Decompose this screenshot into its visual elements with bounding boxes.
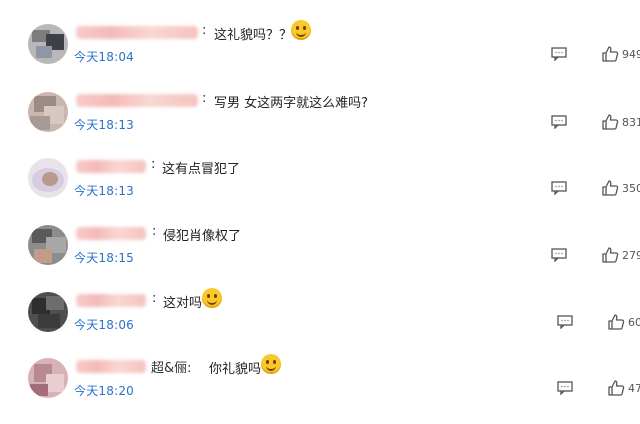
like-count: 279 xyxy=(622,249,640,262)
username-separator: : xyxy=(151,157,156,172)
avatar[interactable] xyxy=(28,158,68,198)
like-count: 831 xyxy=(622,116,640,129)
username-blurred[interactable] xyxy=(76,294,146,307)
avatar[interactable] xyxy=(28,24,68,64)
sweat-smile-emoji xyxy=(202,288,222,308)
like-count: 949 xyxy=(622,48,640,61)
thumbs-up-icon[interactable] xyxy=(601,46,619,62)
comment-text: 这有点冒犯了 xyxy=(162,162,241,177)
comment-item: : 这有点冒犯了 今天18:13 350 xyxy=(0,157,640,224)
comment-item: : 这对吗 今天18:06 60 xyxy=(0,288,640,358)
comment-text: 这礼貌吗？？ xyxy=(214,28,293,43)
comment-text: 侵犯肖像权了 xyxy=(163,229,242,244)
username-separator: : xyxy=(202,23,207,38)
comment-icon[interactable] xyxy=(557,381,573,395)
username-blurred[interactable] xyxy=(76,94,198,107)
username-blurred[interactable] xyxy=(76,160,146,173)
comment-time: 今天18:06 xyxy=(74,318,134,332)
avatar[interactable] xyxy=(28,292,68,332)
avatar[interactable] xyxy=(28,358,68,398)
avatar[interactable] xyxy=(28,92,68,132)
comment-time: 今天18:04 xyxy=(74,50,134,64)
thumbs-up-icon[interactable] xyxy=(601,180,619,196)
comment-text: 写男 女这两字就这么难吗? xyxy=(214,96,369,111)
like-count: 47 xyxy=(628,382,640,395)
comment-time: 今天18:13 xyxy=(74,118,134,132)
username-separator: 超&俪: xyxy=(151,361,192,376)
avatar[interactable] xyxy=(28,225,68,265)
comment-item: 超&俪: 你礼貌吗 今天18:20 47 xyxy=(0,354,640,424)
comment-text: 你礼貌吗 xyxy=(209,362,262,377)
username-blurred[interactable] xyxy=(76,227,146,240)
thumbs-up-icon[interactable] xyxy=(601,114,619,130)
smile-emoji xyxy=(261,354,281,374)
comment-icon[interactable] xyxy=(551,47,567,61)
comment-item: : 写男 女这两字就这么难吗? 今天18:13 831 xyxy=(0,91,640,158)
comment-icon[interactable] xyxy=(551,181,567,195)
username-blurred[interactable] xyxy=(76,360,146,373)
username-blurred[interactable] xyxy=(76,26,198,39)
comment-icon[interactable] xyxy=(551,115,567,129)
comment-item: : 侵犯肖像权了 今天18:15 279 xyxy=(0,224,640,291)
thumbs-up-icon[interactable] xyxy=(607,314,625,330)
like-count: 60 xyxy=(628,316,640,329)
comment-item: : 这礼貌吗？？ 今天18:04 949 xyxy=(0,20,640,90)
comment-icon[interactable] xyxy=(557,315,573,329)
username-separator: : xyxy=(152,224,157,239)
like-count: 350 xyxy=(622,182,640,195)
comment-time: 今天18:15 xyxy=(74,251,134,265)
laugh-cry-emoji xyxy=(291,20,311,40)
thumbs-up-icon[interactable] xyxy=(607,380,625,396)
username-separator: : xyxy=(202,91,207,106)
comment-time: 今天18:13 xyxy=(74,184,134,198)
thumbs-up-icon[interactable] xyxy=(601,247,619,263)
comment-time: 今天18:20 xyxy=(74,384,134,398)
username-separator: : xyxy=(152,291,157,306)
comment-text: 这对吗 xyxy=(163,296,203,311)
comment-icon[interactable] xyxy=(551,248,567,262)
